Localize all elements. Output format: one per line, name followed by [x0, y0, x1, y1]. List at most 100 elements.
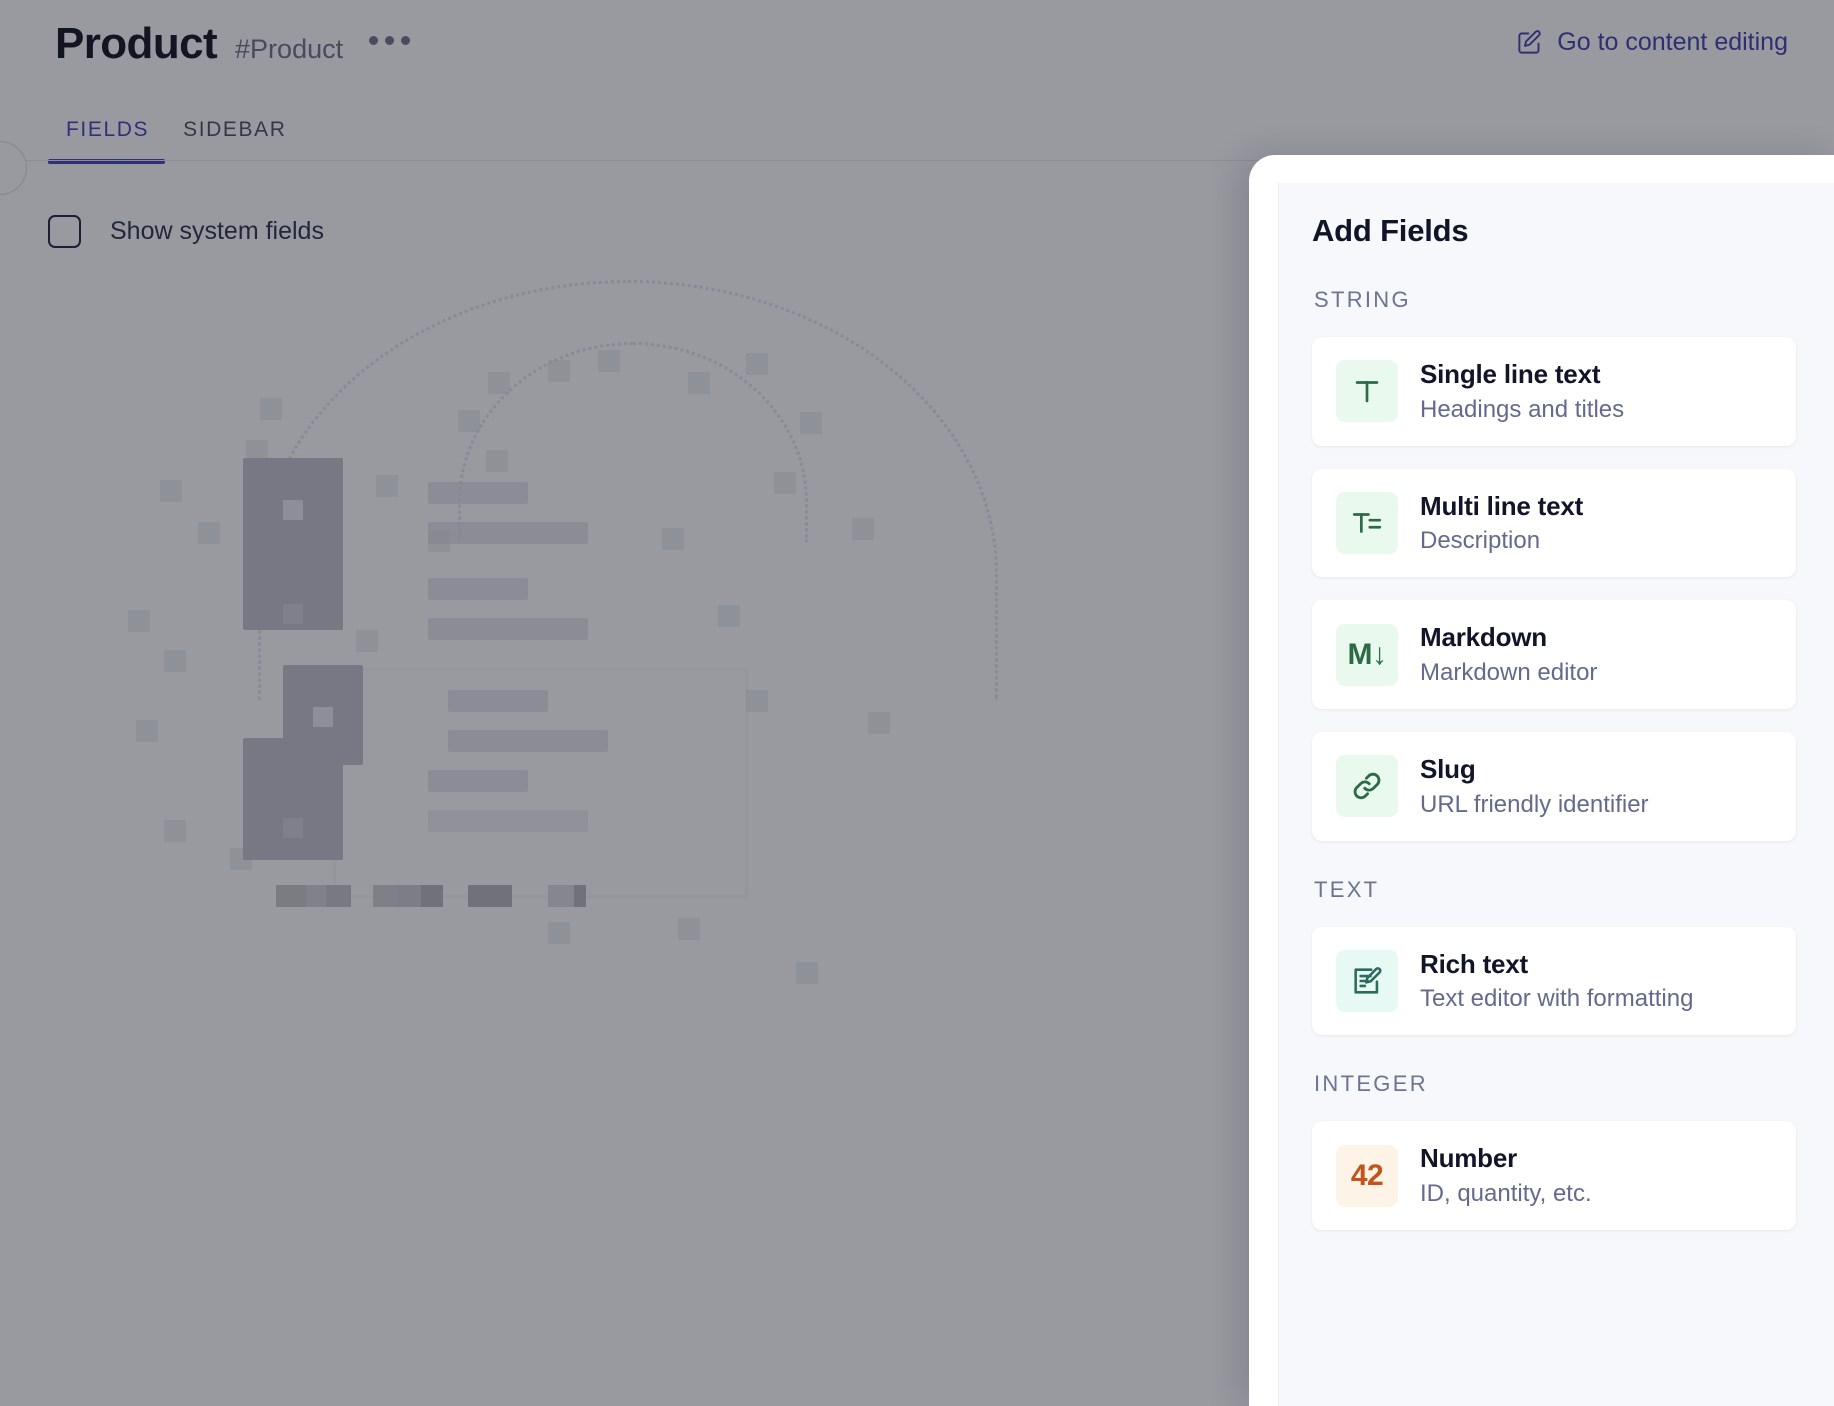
pixel-dot — [718, 605, 740, 627]
redacted-block — [421, 885, 443, 907]
card-dot — [283, 604, 303, 624]
field-text: Slug URL friendly identifier — [1420, 753, 1649, 820]
group-label-string: STRING — [1314, 287, 1411, 312]
card-dot — [283, 818, 303, 838]
go-to-content-editing-link[interactable]: Go to content editing — [1516, 28, 1788, 57]
pixel-dot — [136, 720, 158, 742]
link-chain-icon — [1336, 755, 1398, 818]
add-fields-panel-body: Add Fields STRING Single line text Headi… — [1278, 183, 1834, 1406]
field-description: Markdown editor — [1420, 658, 1598, 686]
placeholder-line — [428, 522, 588, 544]
pixel-dot — [688, 372, 710, 394]
pixel-dot — [598, 350, 620, 372]
field-name: Markdown — [1420, 622, 1547, 653]
tab-bar: FIELDS SIDEBAR — [48, 108, 303, 164]
tab-sidebar[interactable]: SIDEBAR — [165, 108, 302, 164]
placeholder-line — [428, 770, 528, 792]
pixel-dot — [128, 610, 150, 632]
redacted-block — [574, 885, 586, 907]
go-to-content-editing-label: Go to content editing — [1557, 28, 1788, 56]
rich-text-edit-icon — [1336, 950, 1398, 1013]
dot-icon — [369, 35, 379, 45]
placeholder-line — [448, 730, 608, 752]
pixel-dot — [488, 372, 510, 394]
placeholder-line — [448, 690, 548, 712]
pixel-dot — [164, 650, 186, 672]
page-handle: #Product — [235, 34, 344, 64]
pixel-dot — [458, 410, 480, 432]
placeholder-line — [428, 578, 528, 600]
field-type-slug[interactable]: Slug URL friendly identifier — [1312, 732, 1796, 841]
app-root: Product #Product Go to content editing F… — [0, 0, 1834, 1406]
pixel-dot — [746, 353, 768, 375]
placeholder-line — [428, 618, 588, 640]
add-fields-panel: Add Fields STRING Single line text Headi… — [1249, 155, 1834, 1406]
redacted-block — [548, 885, 574, 907]
pixel-dot — [796, 962, 818, 984]
field-name: Single line text — [1420, 359, 1601, 389]
field-type-multi-line-text[interactable]: Multi line text Description — [1312, 468, 1796, 578]
field-name: Rich text — [1420, 948, 1529, 979]
card-dot — [313, 707, 333, 727]
empty-state-illustration — [128, 260, 1138, 1020]
markdown-icon: M↓ — [1336, 623, 1398, 686]
dot-icon — [385, 35, 395, 45]
pencil-square-icon — [1516, 29, 1543, 56]
more-options-button[interactable] — [365, 26, 414, 55]
field-type-number[interactable]: 42 Number ID, quantity, etc. — [1312, 1121, 1796, 1231]
field-name: Slug — [1420, 754, 1476, 785]
redacted-block — [306, 885, 326, 907]
redacted-block — [276, 885, 306, 907]
pixel-dot — [852, 518, 874, 540]
pixel-dot — [356, 630, 378, 652]
redacted-block — [373, 885, 399, 907]
card-dot — [283, 500, 303, 520]
redacted-block — [468, 885, 512, 907]
multiline-text-icon — [1336, 492, 1398, 555]
pixel-dot — [160, 480, 182, 502]
sidebar-collapse-button[interactable] — [0, 141, 27, 195]
tab-fields[interactable]: FIELDS — [48, 108, 166, 164]
field-name: Multi line text — [1420, 490, 1584, 521]
add-fields-scroll-area[interactable]: Add Fields STRING Single line text Headi… — [1279, 183, 1834, 1406]
pixel-dot — [260, 398, 282, 420]
field-name: Number — [1420, 1143, 1518, 1174]
placeholder-line — [428, 810, 588, 832]
add-fields-title: Add Fields — [1312, 213, 1469, 248]
show-system-fields-checkbox[interactable] — [48, 215, 81, 248]
group-label-integer: INTEGER — [1314, 1071, 1428, 1097]
illustration-card — [243, 738, 343, 860]
pixel-dot — [774, 472, 796, 494]
field-description: Text editor with formatting — [1420, 985, 1694, 1013]
pixel-dot — [678, 918, 700, 940]
pixel-dot — [376, 475, 398, 497]
markdown-glyph: M↓ — [1347, 637, 1388, 671]
group-label-text: TEXT — [1314, 876, 1380, 902]
field-text: Markdown Markdown editor — [1420, 621, 1597, 688]
show-system-fields-label: Show system fields — [110, 217, 324, 245]
illustration-card — [243, 458, 343, 630]
text-t-icon — [1336, 360, 1398, 423]
pixel-dot — [746, 690, 768, 712]
page-title: Product — [55, 19, 218, 68]
field-type-rich-text[interactable]: Rich text Text editor with formatting — [1312, 926, 1796, 1036]
field-description: ID, quantity, etc. — [1420, 1179, 1592, 1207]
field-text: Multi line text Description — [1420, 490, 1583, 557]
dot-icon — [401, 35, 411, 45]
field-text: Number ID, quantity, etc. — [1420, 1142, 1592, 1209]
field-type-markdown[interactable]: M↓ Markdown Markdown editor — [1312, 600, 1796, 710]
pixel-dot — [800, 412, 822, 434]
pixel-dot — [868, 712, 890, 734]
field-text: Single line text Headings and titles — [1420, 358, 1624, 425]
pixel-dot — [164, 820, 186, 842]
show-system-fields-toggle[interactable]: Show system fields — [48, 215, 324, 248]
placeholder-line — [428, 482, 528, 504]
redacted-block — [326, 885, 351, 907]
field-type-single-line-text[interactable]: Single line text Headings and titles — [1312, 337, 1796, 446]
pixel-dot — [548, 360, 570, 382]
field-text: Rich text Text editor with formatting — [1420, 948, 1693, 1015]
field-description: URL friendly identifier — [1420, 790, 1649, 818]
field-description: Description — [1420, 527, 1541, 555]
number-42-icon: 42 — [1336, 1144, 1398, 1207]
pixel-dot — [662, 528, 684, 550]
